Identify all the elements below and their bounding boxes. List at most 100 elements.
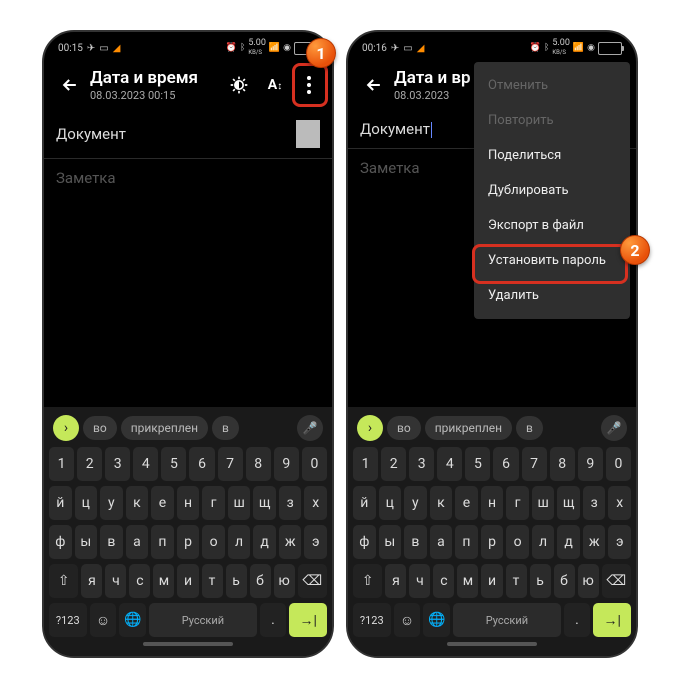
key[interactable]: з: [583, 486, 606, 520]
key[interactable]: ч: [105, 564, 126, 598]
key[interactable]: б: [250, 564, 271, 598]
suggestion-1[interactable]: во: [387, 416, 421, 440]
mode-key[interactable]: ?123: [49, 603, 87, 637]
key[interactable]: т: [202, 564, 223, 598]
key[interactable]: й: [353, 486, 376, 520]
suggestion-3[interactable]: в: [516, 416, 543, 440]
key[interactable]: г: [506, 486, 529, 520]
key[interactable]: ш: [228, 486, 251, 520]
brightness-icon[interactable]: [222, 68, 256, 102]
back-button[interactable]: [52, 67, 88, 103]
key[interactable]: ж: [279, 525, 302, 559]
backspace-key[interactable]: ⌫: [298, 564, 327, 598]
enter-key[interactable]: →|: [593, 603, 631, 637]
key-0[interactable]: 0: [606, 447, 631, 481]
key[interactable]: ф: [353, 525, 376, 559]
key[interactable]: ш: [532, 486, 555, 520]
key[interactable]: ю: [578, 564, 599, 598]
key[interactable]: ь: [226, 564, 247, 598]
key-1[interactable]: 1: [353, 447, 378, 481]
keyboard[interactable]: › во прикреплен в 🎤 1 2 3 4 5 6 7 8 9 0: [348, 407, 636, 656]
nav-bar[interactable]: [143, 642, 233, 646]
key[interactable]: н: [481, 486, 504, 520]
shift-key[interactable]: ⇧: [353, 564, 382, 598]
key[interactable]: з: [279, 486, 302, 520]
key-2[interactable]: 2: [381, 447, 406, 481]
suggestion-1[interactable]: во: [83, 416, 117, 440]
document-row[interactable]: Документ: [44, 110, 332, 159]
menu-redo[interactable]: Повторить: [474, 103, 630, 138]
key[interactable]: ы: [75, 525, 98, 559]
space-key[interactable]: Русский: [149, 603, 256, 637]
key[interactable]: г: [202, 486, 225, 520]
note-input[interactable]: Заметка: [44, 159, 332, 379]
key[interactable]: щ: [253, 486, 276, 520]
menu-delete[interactable]: Удалить: [474, 278, 630, 313]
menu-duplicate[interactable]: Дублировать: [474, 173, 630, 208]
key[interactable]: ф: [49, 525, 72, 559]
emoji-key[interactable]: ☺: [394, 603, 421, 637]
key[interactable]: с: [433, 564, 454, 598]
back-button[interactable]: [356, 67, 392, 103]
key[interactable]: а: [430, 525, 453, 559]
key-4[interactable]: 4: [133, 447, 158, 481]
key[interactable]: р: [481, 525, 504, 559]
key[interactable]: а: [126, 525, 149, 559]
key[interactable]: в: [404, 525, 427, 559]
key[interactable]: х: [304, 486, 327, 520]
key[interactable]: о: [506, 525, 529, 559]
expand-button[interactable]: ›: [357, 415, 383, 441]
key[interactable]: у: [100, 486, 123, 520]
key[interactable]: у: [404, 486, 427, 520]
key[interactable]: и: [177, 564, 198, 598]
mic-icon[interactable]: 🎤: [601, 415, 627, 441]
key[interactable]: л: [228, 525, 251, 559]
key[interactable]: б: [554, 564, 575, 598]
key[interactable]: е: [455, 486, 478, 520]
key-3[interactable]: 3: [105, 447, 130, 481]
key-5[interactable]: 5: [161, 447, 186, 481]
key[interactable]: и: [481, 564, 502, 598]
key[interactable]: х: [608, 486, 631, 520]
key[interactable]: п: [455, 525, 478, 559]
key[interactable]: м: [153, 564, 174, 598]
key[interactable]: т: [506, 564, 527, 598]
suggestion-2[interactable]: прикреплен: [121, 416, 208, 440]
key[interactable]: о: [202, 525, 225, 559]
key-8[interactable]: 8: [550, 447, 575, 481]
keyboard[interactable]: › во прикреплен в 🎤 1 2 3 4 5 6 7 8 9 0: [44, 407, 332, 656]
menu-password[interactable]: Установить пароль: [474, 243, 630, 278]
key[interactable]: в: [100, 525, 123, 559]
key-7[interactable]: 7: [218, 447, 243, 481]
key-6[interactable]: 6: [493, 447, 518, 481]
suggestion-2[interactable]: прикреплен: [425, 416, 512, 440]
key[interactable]: м: [457, 564, 478, 598]
document-thumb[interactable]: [296, 120, 320, 148]
key[interactable]: р: [177, 525, 200, 559]
space-key[interactable]: Русский: [453, 603, 560, 637]
key[interactable]: ы: [379, 525, 402, 559]
key[interactable]: ю: [274, 564, 295, 598]
key-8[interactable]: 8: [246, 447, 271, 481]
key[interactable]: к: [126, 486, 149, 520]
key[interactable]: ц: [379, 486, 402, 520]
key-4[interactable]: 4: [437, 447, 462, 481]
key[interactable]: й: [49, 486, 72, 520]
menu-export[interactable]: Экспорт в файл: [474, 208, 630, 243]
text-format-icon[interactable]: A↕: [258, 68, 292, 102]
key[interactable]: ч: [409, 564, 430, 598]
key-2[interactable]: 2: [77, 447, 102, 481]
key-0[interactable]: 0: [302, 447, 327, 481]
menu-undo[interactable]: Отменить: [474, 68, 630, 103]
key-3[interactable]: 3: [409, 447, 434, 481]
globe-key[interactable]: 🌐: [119, 603, 146, 637]
nav-bar[interactable]: [447, 642, 537, 646]
key-9[interactable]: 9: [578, 447, 603, 481]
emoji-key[interactable]: ☺: [90, 603, 117, 637]
shift-key[interactable]: ⇧: [49, 564, 78, 598]
key[interactable]: с: [129, 564, 150, 598]
key-7[interactable]: 7: [522, 447, 547, 481]
mode-key[interactable]: ?123: [353, 603, 391, 637]
dot-key[interactable]: .: [564, 603, 591, 637]
key-9[interactable]: 9: [274, 447, 299, 481]
